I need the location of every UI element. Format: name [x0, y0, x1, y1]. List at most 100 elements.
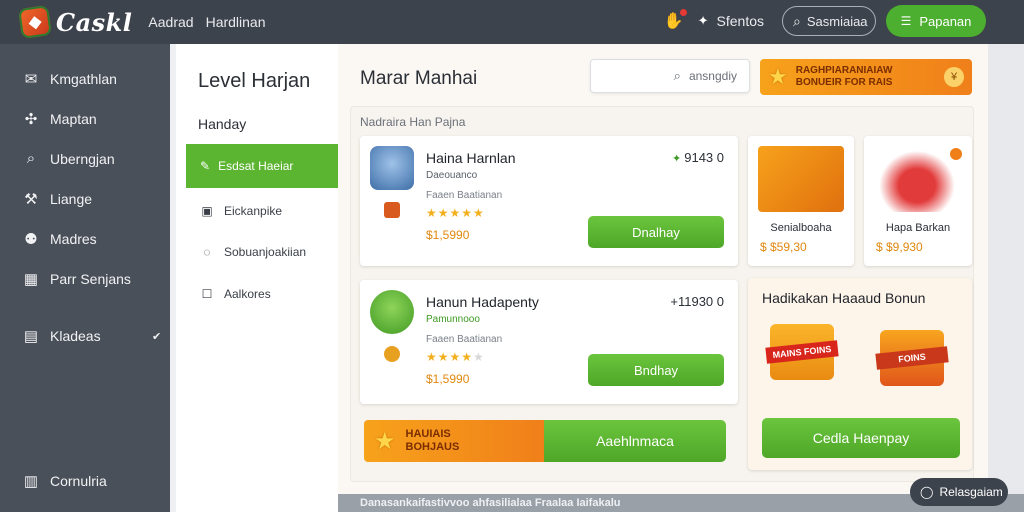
promo-banner-top[interactable]: ★ RAGHPIARANIAIAW BONUEIR FOR RAIS ¥	[760, 59, 972, 95]
sidebar: ✉ Kmgathlan ✣ Maptan ⌕ Uberngjan ⚒ Liang…	[0, 44, 170, 512]
promo-top-line1: RAGHPIARANIAIAW	[795, 65, 893, 76]
help-button-label: Relasgaiam	[939, 485, 1003, 499]
search-icon: ⌕	[26, 150, 36, 167]
promo-bottom-line1: HAUIAIS	[405, 428, 451, 440]
right-gutter	[988, 44, 1024, 494]
gift-box-icon[interactable]: MAINS FOINS	[765, 324, 839, 380]
car-icon	[874, 146, 960, 212]
quest-action-button[interactable]: Bndhay	[588, 354, 724, 386]
sub-panel-item-3[interactable]: ☐ Aalkores	[200, 287, 271, 301]
notification-icon[interactable]: ✋	[664, 9, 687, 31]
rating-stars: ★★★★★	[426, 350, 485, 364]
message-icon: ✉	[24, 71, 38, 88]
shop-card-2[interactable]: Hapa Barkan $ $9,930	[864, 136, 972, 266]
search-icon: ⌕	[673, 68, 681, 83]
sidebar-item-1[interactable]: ✉ Kmgathlan	[22, 70, 117, 88]
toolbox-icon	[758, 146, 844, 212]
main-search-input[interactable]: ⌕ ansngdiy	[590, 59, 750, 93]
quest-meta: Faaen Baatianan	[426, 334, 503, 345]
grid-icon: ▤	[23, 328, 39, 345]
sidebar-footer-item[interactable]: ▥ Cornulria	[22, 472, 107, 490]
sidebar-item-4[interactable]: ⚒ Liange	[22, 190, 92, 208]
rating-stars: ★★★★★	[426, 206, 485, 220]
lightbulb-icon	[384, 346, 400, 362]
sub-panel-item-label: Sobuanjoakiian	[224, 245, 307, 259]
quest-badge: Pamunnooo	[426, 314, 480, 325]
primary-top-button[interactable]: ☰ Papanan	[886, 5, 986, 37]
bonus-title: Hadikakan Haaaud Bonun	[762, 290, 926, 306]
promo-top-line2: BONUEIR FOR RAIS	[795, 77, 893, 88]
star-icon: ★	[768, 64, 788, 89]
building-icon: ▥	[23, 473, 39, 490]
section-label: Nadraira Han Pajna	[360, 115, 466, 129]
gift-label: MAINS FOINS	[765, 340, 839, 364]
top-search-label: Sasmiaiaa	[806, 13, 868, 29]
quest-reward: +11930 0	[670, 294, 724, 309]
main-search-placeholder: ansngdiy	[688, 69, 737, 83]
sidebar-item-label: Madres	[50, 231, 97, 247]
sidebar-item-label: Parr Senjans	[50, 271, 131, 287]
app-logo[interactable]: ◆ Caskl	[18, 5, 133, 39]
puzzle-icon: ✣	[24, 111, 38, 128]
shop-item-name: Senialboaha	[770, 222, 832, 234]
speech-bubble-icon: ◌	[203, 245, 211, 259]
shop-card-1[interactable]: Senialboaha $ $59,30	[748, 136, 854, 266]
list-icon: ☰	[900, 14, 912, 28]
gift-box-icon	[370, 290, 414, 334]
sidebar-item-6[interactable]: ▦ Parr Senjans	[22, 270, 131, 288]
chat-icon: ✎	[200, 159, 211, 173]
top-nav: Aadrad Hardlinan	[148, 14, 265, 30]
sidebar-item-label: Maptan	[50, 111, 97, 127]
logo-text: Caskl	[56, 7, 133, 37]
bottom-strip-text: Danasankaifastivvoo ahfasilialaa Fraalaa…	[360, 497, 621, 509]
arrow-up-icon: ✦	[671, 153, 685, 165]
star-icon: ★	[374, 427, 396, 455]
shop-item-price: $ $9,930	[876, 240, 923, 254]
sub-panel-item-label: Aalkores	[224, 287, 271, 301]
bonus-action-button[interactable]: Cedla Haenpay	[762, 418, 960, 458]
bonus-card: Hadikakan Haaaud Bonun MAINS FOINS FOINS…	[748, 278, 972, 470]
sparkle-icon[interactable]: ✦	[698, 13, 709, 29]
sub-panel-section-label: Handay	[198, 116, 247, 132]
sidebar-item-2[interactable]: ✣ Maptan	[22, 110, 97, 128]
sub-panel-active-item[interactable]: ✎ Esdsat Haeiar	[186, 144, 338, 188]
sidebar-footer-label: Cornulria	[50, 473, 107, 489]
quest-badge: Daeouanco	[426, 170, 478, 181]
sidebar-item-label: Liange	[50, 191, 93, 207]
sub-panel-item-2[interactable]: ◌ Sobuanjoakiian	[200, 245, 306, 259]
sidebar-item-label: Kmgathlan	[50, 71, 117, 87]
quest-reward-value: 9143 0	[684, 150, 724, 165]
primary-top-button-label: Papanan	[919, 13, 972, 29]
quest-price: $1,5990	[426, 372, 470, 386]
quest-price: $1,5990	[426, 228, 470, 242]
status-label[interactable]: Sfentos	[717, 13, 764, 29]
hot-badge-icon	[950, 148, 962, 160]
quest-card-1: Haina Harnlan Daeouanco Faaen Baatianan …	[360, 136, 738, 266]
top-bar: ◆ Caskl Aadrad Hardlinan ✋ ✦ Sfentos ⌕ S…	[0, 0, 1024, 44]
sidebar-item-label: Uberngjan	[50, 150, 115, 167]
coin-icon: ¥	[944, 67, 964, 87]
sub-panel-title: Level Harjan	[198, 70, 311, 92]
sidebar-item-5[interactable]: ⚉ Madres	[22, 230, 97, 248]
gold-basket-icon[interactable]: FOINS	[875, 330, 949, 386]
shop-item-name: Hapa Barkan	[885, 222, 951, 234]
sub-panel-item-label: Eickanpike	[224, 204, 283, 218]
sidebar-item-label: Kladeas	[50, 328, 101, 344]
quest-action-button[interactable]: Dnalhay	[588, 216, 724, 248]
top-nav-item[interactable]: Hardlinan	[206, 14, 266, 30]
checkbox-icon: ☐	[201, 287, 213, 301]
sidebar-item-7[interactable]: ▤ Kladeas ✔	[22, 327, 161, 345]
sub-panel: Level Harjan Handay ✎ Esdsat Haeiar ▣ Ei…	[176, 44, 338, 512]
notification-dot	[679, 9, 687, 16]
wrench-icon: ⚒	[24, 191, 38, 208]
sub-panel-item-1[interactable]: ▣ Eickanpike	[200, 204, 282, 218]
calendar-icon: ▣	[201, 204, 213, 218]
promo-banner-bottom[interactable]: ★ HAUIAIS BOHJAUS	[364, 420, 544, 462]
top-search-button[interactable]: ⌕ Sasmiaiaa	[782, 6, 876, 36]
help-button[interactable]: ◯ Relasgaiam	[910, 478, 1008, 506]
promo-action-button[interactable]: Aaehlnmaca	[544, 420, 726, 462]
top-nav-item[interactable]: Aadrad	[148, 14, 193, 30]
sidebar-item-3[interactable]: ⌕ Uberngjan	[22, 150, 115, 167]
shop-item-price: $ $59,30	[760, 240, 807, 254]
page-title: Marar Manhai	[360, 68, 478, 89]
